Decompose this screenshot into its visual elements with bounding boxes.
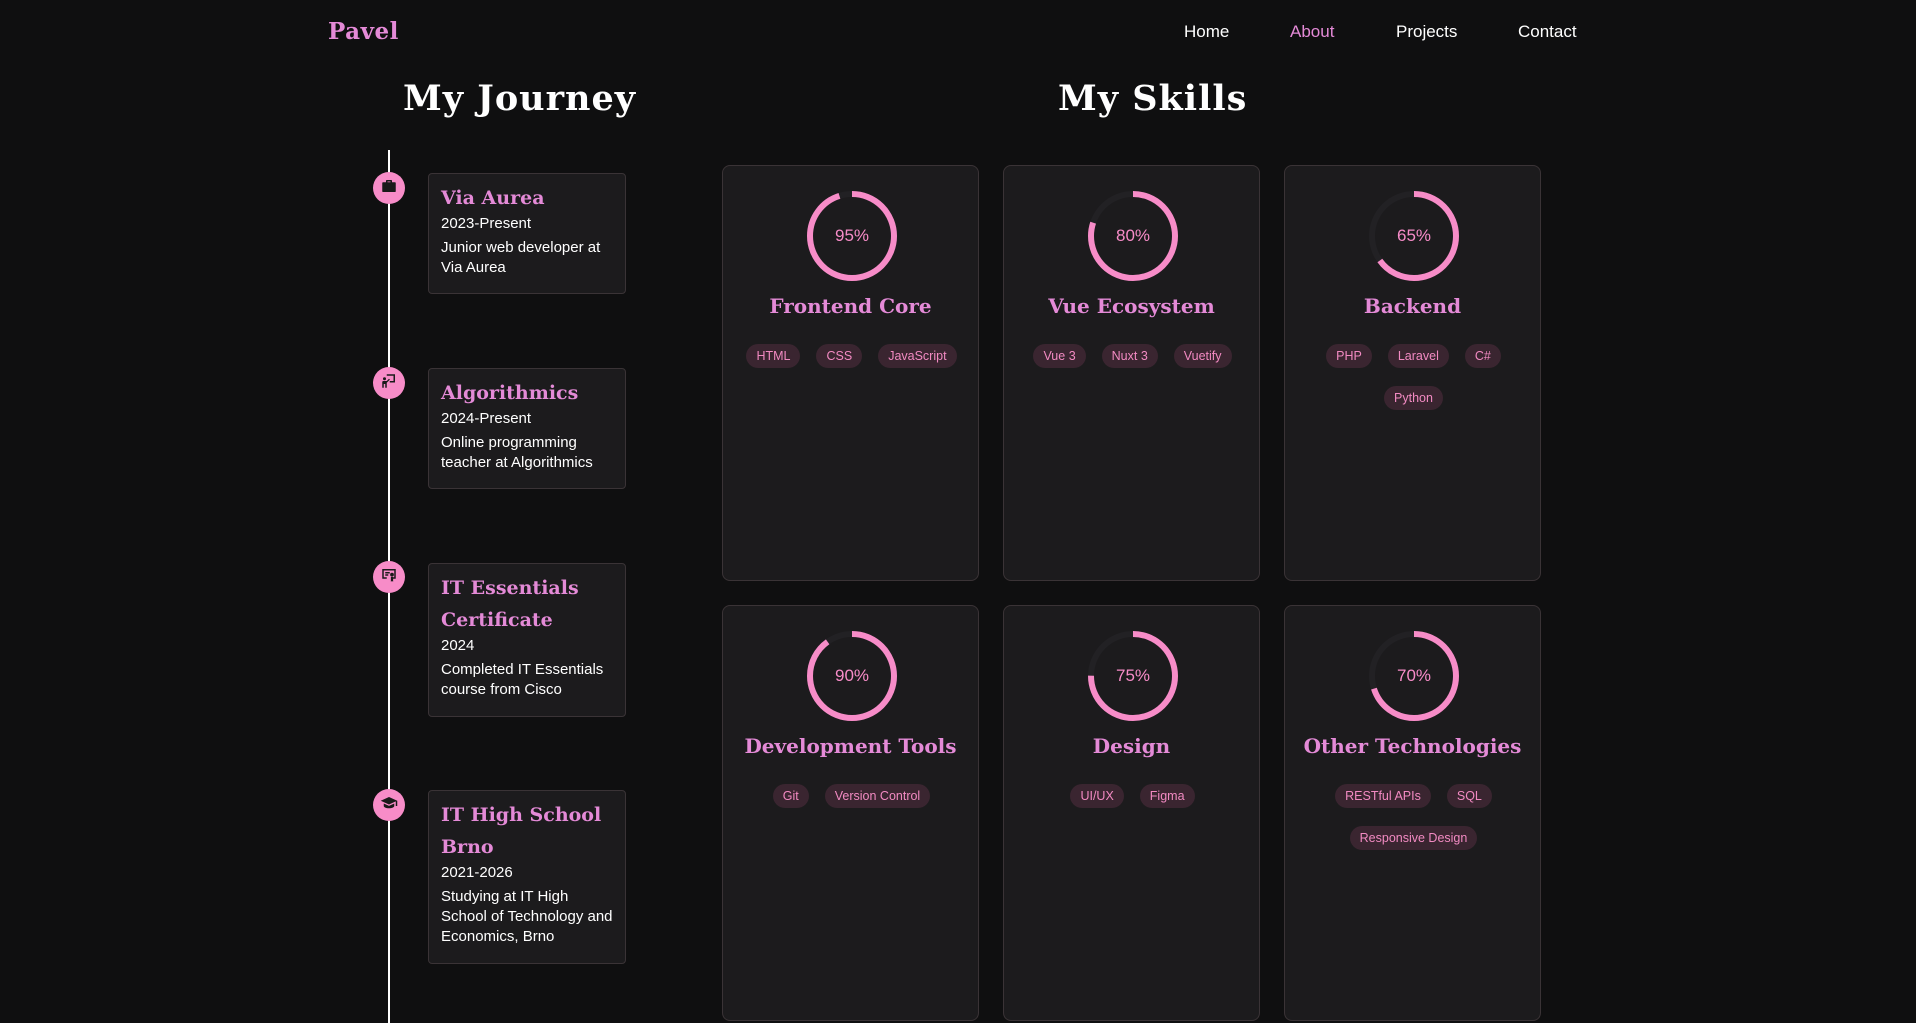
journey-title: My Journey	[403, 78, 637, 119]
skill-card-title: Development Tools	[744, 734, 957, 758]
skill-tags: UI/UX Figma	[1016, 784, 1249, 808]
skill-tags: PHP Laravel C# Python	[1297, 344, 1530, 410]
certificate-icon	[380, 566, 398, 589]
skill-tag: RESTful APIs	[1335, 784, 1431, 808]
skill-card: 75% Design UI/UX Figma	[1003, 605, 1260, 1021]
timeline-card-date: 2024	[441, 637, 475, 654]
timeline-card: Via Aurea 2023-Present Junior web develo…	[428, 173, 626, 294]
skill-card: 65% Backend PHP Laravel C# Python	[1284, 165, 1541, 581]
timeline-card-description: Completed IT Essentials course from Cisc…	[441, 661, 604, 698]
progress-percent: 90%	[834, 666, 870, 685]
timeline-card-title: Via Aurea	[441, 187, 545, 209]
progress-ring: 80%	[1086, 189, 1180, 283]
skill-card: 80% Vue Ecosystem Vue 3 Nuxt 3 Vuetify	[1003, 165, 1260, 581]
skill-card-title: Other Technologies	[1303, 734, 1522, 758]
navbar: Pavel Home About Projects Contact	[0, 0, 1916, 66]
timeline-card-description: Online programming teacher at Algorithmi…	[441, 434, 593, 471]
timeline-card-description: Studying at IT High School of Technology…	[441, 888, 613, 945]
skill-tag: Figma	[1139, 784, 1195, 808]
skill-tag: Vue 3	[1033, 344, 1086, 368]
progress-ring: 90%	[805, 629, 899, 723]
timeline-dot	[373, 561, 405, 593]
graduation-cap-icon	[380, 794, 398, 817]
timeline-dot	[373, 789, 405, 821]
timeline-card-date: 2023-Present	[441, 215, 532, 232]
skill-card: 95% Frontend Core HTML CSS JavaScript	[722, 165, 979, 581]
skill-tag: Laravel	[1387, 344, 1449, 368]
timeline-card-date: 2024-Present	[441, 410, 532, 427]
timeline-card-title: IT Essentials Certificate	[441, 577, 579, 631]
skill-card-title: Vue Ecosystem	[1048, 294, 1215, 318]
skill-tags: Vue 3 Nuxt 3 Vuetify	[1016, 344, 1249, 368]
timeline-dot	[373, 172, 405, 204]
nav-link-contact[interactable]: Contact	[1518, 22, 1577, 42]
skill-tag: Nuxt 3	[1101, 344, 1158, 368]
skill-tags: RESTful APIs SQL Responsive Design	[1297, 784, 1530, 850]
progress-ring: 95%	[805, 189, 899, 283]
skill-tag: Responsive Design	[1349, 826, 1478, 850]
timeline-card-date: 2021-2026	[441, 864, 513, 881]
skill-card-title: Backend	[1363, 294, 1462, 318]
skill-card: 70% Other Technologies RESTful APIs SQL Re…	[1284, 605, 1541, 1021]
skill-tag: Git	[772, 784, 809, 808]
timeline-card: IT Essentials Certificate 2024 Completed…	[428, 563, 626, 717]
nav-link-home[interactable]: Home	[1184, 22, 1229, 42]
nav-link-projects[interactable]: Projects	[1396, 22, 1457, 42]
progress-percent: 80%	[1115, 226, 1151, 245]
skill-tag: Version Control	[824, 784, 931, 808]
skill-tag: C#	[1464, 344, 1501, 368]
skill-tag: Python	[1384, 386, 1443, 410]
skill-tag: Vuetify	[1173, 344, 1232, 368]
skill-tags: Git Version Control	[735, 784, 968, 808]
nav-links: Home About Projects Contact	[0, 22, 1916, 46]
skill-tag: JavaScript	[878, 344, 957, 368]
skill-tag: UI/UX	[1070, 784, 1124, 808]
skill-tag: PHP	[1326, 344, 1372, 368]
timeline-card: IT High School Brno 2021-2026 Studying a…	[428, 790, 626, 964]
skill-tags: HTML CSS JavaScript	[735, 344, 968, 368]
skill-card-title: Frontend Core	[769, 294, 932, 318]
progress-percent: 70%	[1396, 666, 1432, 685]
timeline-card-title: Algorithmics	[441, 382, 579, 404]
skill-tag: SQL	[1446, 784, 1492, 808]
nav-link-about[interactable]: About	[1290, 22, 1334, 42]
progress-ring: 70%	[1367, 629, 1461, 723]
progress-ring: 75%	[1086, 629, 1180, 723]
teacher-icon	[380, 372, 398, 395]
progress-percent: 75%	[1115, 666, 1151, 685]
progress-ring: 65%	[1367, 189, 1461, 283]
skills-title: My Skills	[1058, 78, 1248, 119]
skill-card: 90% Development Tools Git Version Control	[722, 605, 979, 1021]
briefcase-icon	[380, 177, 398, 200]
skill-tag: CSS	[816, 344, 863, 368]
timeline-dot	[373, 367, 405, 399]
skill-tag: HTML	[746, 344, 801, 368]
skill-card-title: Design	[1092, 734, 1171, 758]
timeline-card-description: Junior web developer at Via Aurea	[441, 239, 601, 276]
timeline-card-title: IT High School Brno	[441, 804, 602, 858]
progress-percent: 95%	[834, 226, 870, 245]
timeline-card: Algorithmics 2024-Present Online program…	[428, 368, 626, 489]
progress-percent: 65%	[1396, 226, 1432, 245]
